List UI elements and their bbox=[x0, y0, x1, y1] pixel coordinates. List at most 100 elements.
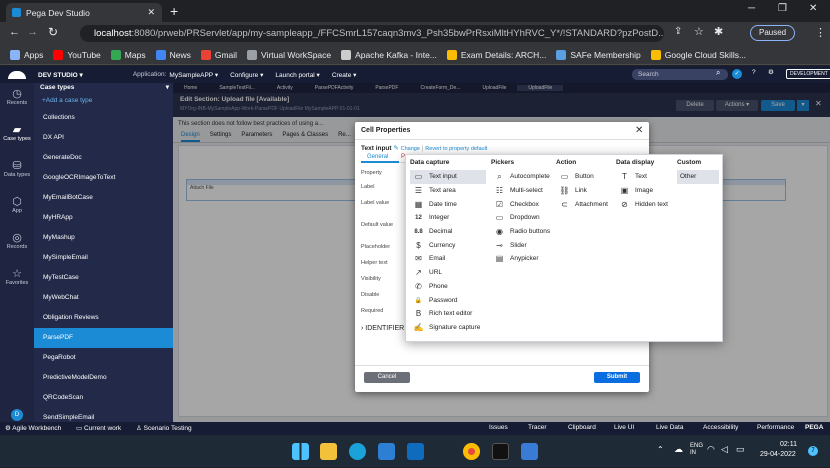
revert-link[interactable]: Revert to property default bbox=[425, 146, 487, 152]
current-work-button[interactable]: ▭ Current work bbox=[76, 424, 121, 432]
issues-button[interactable]: Issues bbox=[489, 424, 508, 431]
control-option[interactable]: ⊘ Hidden text bbox=[616, 197, 674, 211]
case-type-item[interactable]: MyWebChat bbox=[34, 288, 173, 308]
case-type-item[interactable]: ParsePDF bbox=[34, 328, 173, 348]
terminal-icon[interactable] bbox=[492, 443, 509, 460]
edge-icon[interactable] bbox=[349, 443, 366, 460]
case-type-item[interactable]: PegaRobot bbox=[34, 348, 173, 368]
volume-icon[interactable]: ◁ bbox=[721, 444, 728, 455]
rail-favorites[interactable]: ☆ Favorites bbox=[0, 263, 34, 299]
control-option[interactable]: ▣ Image bbox=[616, 184, 674, 198]
launch-portal-menu[interactable]: Launch portal ▾ bbox=[275, 71, 319, 79]
file-explorer-icon[interactable] bbox=[320, 443, 337, 460]
onedrive-icon[interactable]: ☁ bbox=[674, 444, 683, 455]
case-type-item[interactable]: MySimpleEmail bbox=[34, 248, 173, 268]
application-switcher[interactable]: MySampleAPP ▾ bbox=[169, 71, 218, 79]
new-tab-icon[interactable]: + bbox=[170, 3, 178, 19]
bookmark-youtube[interactable]: YouTube bbox=[53, 49, 101, 60]
notification-badge[interactable]: 7 bbox=[808, 446, 818, 456]
bookmark-google-cloud[interactable]: Google Cloud Skills... bbox=[650, 49, 746, 60]
bookmark-news[interactable]: News bbox=[155, 49, 191, 60]
bookmark-gmail[interactable]: Gmail bbox=[200, 49, 237, 60]
add-case-type-link[interactable]: +Add a case type bbox=[34, 93, 173, 108]
extensions-icon[interactable]: ✱ bbox=[714, 25, 723, 38]
control-option[interactable]: ↗ URL bbox=[410, 266, 486, 280]
control-option[interactable]: T Text bbox=[616, 170, 674, 184]
help-icon[interactable]: ? bbox=[752, 69, 756, 76]
control-option[interactable]: ✍ Signature capture bbox=[410, 321, 486, 335]
control-option[interactable]: ✉ Email bbox=[410, 252, 486, 266]
rail-data-types[interactable]: ⛁ Data types bbox=[0, 155, 34, 191]
case-type-item[interactable]: GoogleOCRImageToText bbox=[34, 168, 173, 188]
maximize-icon[interactable]: ❐ bbox=[778, 3, 787, 14]
close-tab-icon[interactable]: ✕ bbox=[147, 7, 155, 18]
rail-case-types[interactable]: ▰ Case types bbox=[0, 119, 34, 155]
bookmark-maps[interactable]: Maps bbox=[110, 49, 146, 60]
tracer-button[interactable]: Tracer bbox=[528, 424, 547, 431]
url-field[interactable]: localhost:8080/prweb/PRServlet/app/my-sa… bbox=[80, 25, 664, 42]
rail-app[interactable]: ⬡ App bbox=[0, 191, 34, 227]
store-icon[interactable] bbox=[378, 443, 395, 460]
cancel-button[interactable]: Cancel bbox=[364, 372, 410, 383]
case-type-item[interactable]: DX API bbox=[34, 128, 173, 148]
control-option[interactable]: ⊂ Attachment bbox=[556, 197, 614, 211]
vscode-icon[interactable] bbox=[521, 443, 538, 460]
control-option[interactable]: ☰ Text area bbox=[410, 184, 486, 198]
control-option[interactable]: ⛓ Link bbox=[556, 184, 614, 198]
case-type-item[interactable]: GenerateDoc bbox=[34, 148, 173, 168]
tab-general[interactable]: General bbox=[367, 154, 388, 160]
windows-start-icon[interactable] bbox=[292, 443, 309, 460]
bookmark-safe[interactable]: SAFe Membership bbox=[556, 49, 641, 60]
wifi-icon[interactable]: ◠ bbox=[707, 444, 715, 455]
clock-date[interactable]: 29-04-2022 bbox=[760, 451, 796, 458]
rail-records[interactable]: ◎ Records bbox=[0, 227, 34, 263]
clipboard-button[interactable]: Clipboard bbox=[568, 424, 596, 431]
accessibility-button[interactable]: Accessibility bbox=[703, 424, 738, 431]
create-menu[interactable]: Create ▾ bbox=[332, 71, 357, 79]
search-input[interactable]: Search bbox=[632, 69, 728, 80]
case-type-item[interactable]: MyMashup bbox=[34, 228, 173, 248]
control-option[interactable]: ▦ Date time bbox=[410, 197, 486, 211]
control-option[interactable]: ☷ Multi-select bbox=[491, 184, 553, 198]
studio-switcher[interactable]: DEV STUDIO ▾ bbox=[38, 71, 83, 79]
performance-button[interactable]: Performance bbox=[757, 424, 794, 431]
gear-icon[interactable]: ⚙ bbox=[768, 68, 774, 76]
control-option[interactable]: ▭ Button bbox=[556, 170, 614, 184]
minimize-icon[interactable]: ─ bbox=[748, 3, 755, 14]
bookmark-exam-details[interactable]: Exam Details: ARCH... bbox=[446, 49, 546, 60]
bookmark-virtual-workspace[interactable]: Virtual WorkSpace bbox=[247, 49, 331, 60]
bookmark-apps[interactable]: Apps bbox=[10, 49, 43, 60]
case-type-item[interactable]: Collections bbox=[34, 108, 173, 128]
live-data-button[interactable]: Live Data bbox=[656, 424, 683, 431]
clock-time[interactable]: 02:11 bbox=[780, 441, 797, 448]
control-option[interactable]: ⊸ Slider bbox=[491, 238, 553, 252]
chrome-icon[interactable] bbox=[463, 443, 480, 460]
tray-chevron-icon[interactable]: ⌃ bbox=[657, 445, 664, 454]
control-option[interactable]: ☑ Checkbox bbox=[491, 197, 553, 211]
change-link[interactable]: Change bbox=[401, 146, 420, 152]
search-icon[interactable]: ⌕ bbox=[716, 68, 720, 78]
reload-icon[interactable]: ↻ bbox=[48, 25, 58, 39]
mail-icon[interactable] bbox=[407, 443, 424, 460]
live-ui-button[interactable]: Live UI bbox=[614, 424, 634, 431]
case-type-item[interactable]: Obligation Reviews bbox=[34, 308, 173, 328]
browser-tab[interactable]: Pega Dev Studio ✕ bbox=[6, 3, 162, 22]
bookmark-star-icon[interactable]: ☆ bbox=[694, 25, 704, 38]
control-option[interactable]: ▤ Anypicker bbox=[491, 252, 553, 266]
scenario-testing-button[interactable]: ♙ Scenario Testing bbox=[136, 424, 192, 432]
close-window-icon[interactable]: ✕ bbox=[809, 3, 817, 14]
submit-button[interactable]: Submit bbox=[594, 372, 640, 383]
case-type-item[interactable]: QRCodeScan bbox=[34, 388, 173, 408]
control-option[interactable]: ◉ Radio buttons bbox=[491, 225, 553, 239]
chevron-down-icon[interactable]: ▾ bbox=[166, 83, 169, 93]
check-badge-icon[interactable]: ✓ bbox=[732, 69, 742, 79]
control-option[interactable]: 12 Integer bbox=[410, 211, 486, 225]
case-type-item[interactable]: PredictiveModelDemo bbox=[34, 368, 173, 388]
case-type-item[interactable]: MyTestCase bbox=[34, 268, 173, 288]
agile-workbench-button[interactable]: ⚙ Agile Workbench bbox=[5, 424, 61, 432]
edit-pencil-icon[interactable]: ✎ bbox=[393, 145, 398, 152]
control-option[interactable]: ⌕ Autocomplete bbox=[491, 170, 553, 184]
control-option[interactable]: ▭ Dropdown bbox=[491, 211, 553, 225]
user-avatar[interactable]: D bbox=[11, 409, 23, 421]
control-option[interactable]: Other bbox=[677, 170, 719, 184]
